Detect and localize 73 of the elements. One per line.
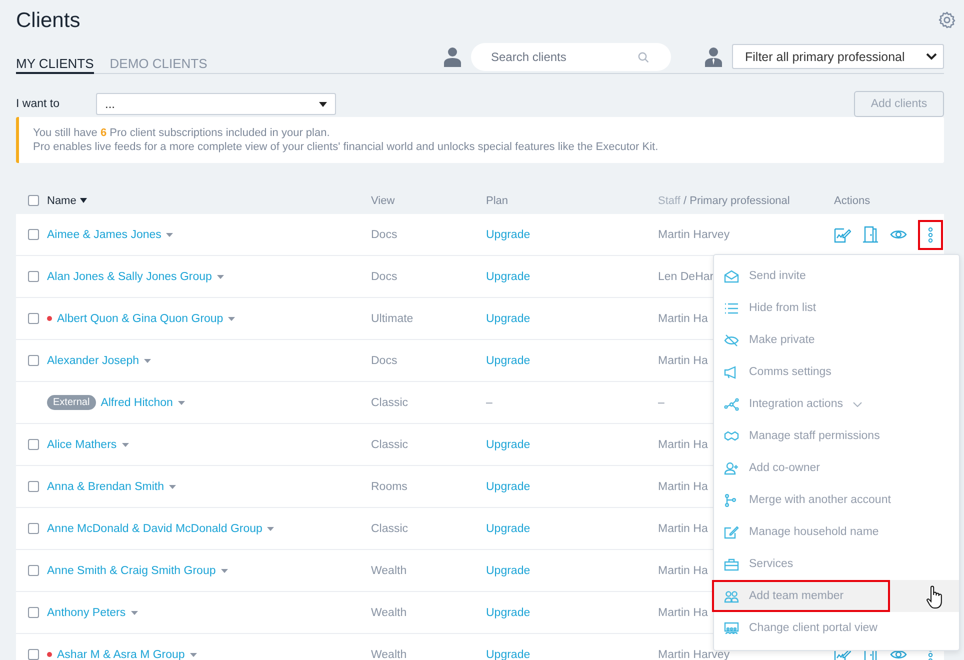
- menu-item[interactable]: Change client portal view: [714, 612, 959, 644]
- client-name-link[interactable]: Ashar M & Asra M Group: [57, 648, 185, 660]
- view-cell: Docs: [371, 270, 398, 282]
- banner-text: Pro enables live feeds for a more complete view of your clients' financial world and unlocks special features like the Executor Kit.: [33, 141, 660, 153]
- search-field[interactable]: Search clients: [471, 42, 671, 70]
- menu-item[interactable]: Make private: [714, 324, 959, 356]
- staff-cell: Martin Ha: [658, 564, 708, 576]
- plan-link[interactable]: Upgrade: [486, 606, 530, 618]
- column-header: / Primary professional: [682, 194, 790, 206]
- staff-cell: Martin Ha: [658, 438, 708, 450]
- staff-cell: Martin Ha: [658, 522, 708, 534]
- menu-item[interactable]: Send invite: [714, 260, 959, 292]
- filter-select[interactable]: Filter all primary professional: [732, 44, 944, 69]
- view-cell: Wealth: [371, 648, 407, 660]
- staff-cell: Martin Harvey: [658, 228, 730, 240]
- plan-link[interactable]: Upgrade: [486, 522, 530, 534]
- view-cell: Classic: [371, 438, 408, 450]
- client-name-link[interactable]: Alexander Joseph: [47, 354, 140, 366]
- client-name-link[interactable]: Anthony Peters: [47, 606, 126, 618]
- view-cell: Docs: [371, 354, 398, 366]
- menu-item[interactable]: Hide from list: [714, 292, 959, 324]
- menu-item[interactable]: Comms settings: [714, 356, 959, 388]
- menu-item[interactable]: Integration actions: [714, 388, 959, 420]
- staff-cell: Martin Ha: [658, 312, 708, 324]
- client-name-link[interactable]: Albert Quon & Gina Quon Group: [57, 312, 224, 324]
- view-cell: Wealth: [371, 564, 407, 576]
- menu-item[interactable]: Services: [714, 548, 959, 580]
- plan-link[interactable]: Upgrade: [486, 312, 530, 324]
- staff-cell: Martin Ha: [658, 354, 708, 366]
- plan-link[interactable]: –: [486, 396, 492, 408]
- menu-item[interactable]: Add co-owner: [714, 452, 959, 484]
- staff-cell: Martin Ha: [658, 480, 708, 492]
- view-cell: Rooms: [371, 480, 408, 492]
- plan-link[interactable]: Upgrade: [486, 438, 530, 450]
- staff-cell: –: [658, 396, 664, 408]
- staff-cell: Len DeHar: [658, 270, 714, 282]
- plan-link[interactable]: Upgrade: [486, 648, 530, 660]
- column-header: View: [371, 194, 395, 206]
- column-header: Actions: [834, 194, 870, 206]
- view-cell: Classic: [371, 396, 408, 408]
- tab[interactable]: MY CLIENTS: [16, 56, 94, 74]
- add-clients-button[interactable]: Add clients: [854, 91, 944, 117]
- menu-item[interactable]: Merge with another account: [714, 484, 959, 516]
- plan-link[interactable]: Upgrade: [486, 564, 530, 576]
- view-cell: Classic: [371, 522, 408, 534]
- plan-link[interactable]: Upgrade: [486, 480, 530, 492]
- client-name-link[interactable]: Anne Smith & Craig Smith Group: [47, 564, 216, 576]
- plan-link[interactable]: Upgrade: [486, 228, 530, 240]
- column-header[interactable]: Name: [47, 194, 76, 206]
- banner-text: You still have 6 Pro client subscriptions included in your plan.: [33, 127, 331, 139]
- action-label: I want to: [16, 98, 60, 110]
- client-name-link[interactable]: Aimee & James Jones: [47, 228, 162, 240]
- tab[interactable]: DEMO CLIENTS: [110, 56, 208, 74]
- plan-link[interactable]: Upgrade: [486, 354, 530, 366]
- view-cell: Wealth: [371, 606, 407, 618]
- menu-item[interactable]: Add team member: [714, 580, 959, 612]
- plan-link[interactable]: Upgrade: [486, 270, 530, 282]
- view-cell: Ultimate: [371, 312, 414, 324]
- menu-item[interactable]: Manage household name: [714, 516, 959, 548]
- client-name-link[interactable]: Alan Jones & Sally Jones Group: [47, 270, 212, 282]
- external-tag: External: [47, 395, 96, 410]
- staff-cell: Martin Harvey: [658, 648, 730, 660]
- client-name-link[interactable]: Anne McDonald & David McDonald Group: [47, 522, 262, 534]
- client-name-link[interactable]: Alice Mathers: [47, 438, 117, 450]
- page-title: Clients: [16, 8, 80, 33]
- client-name-link[interactable]: Alfred Hitchon: [100, 396, 173, 408]
- client-name-link[interactable]: Anna & Brendan Smith: [47, 480, 164, 492]
- column-header: Plan: [486, 194, 508, 206]
- staff-cell: Martin Ha: [658, 606, 708, 618]
- column-header: Staff: [658, 194, 680, 206]
- view-cell: Docs: [371, 228, 398, 240]
- menu-item[interactable]: Manage staff permissions: [714, 420, 959, 452]
- action-select[interactable]: ...: [96, 93, 336, 115]
